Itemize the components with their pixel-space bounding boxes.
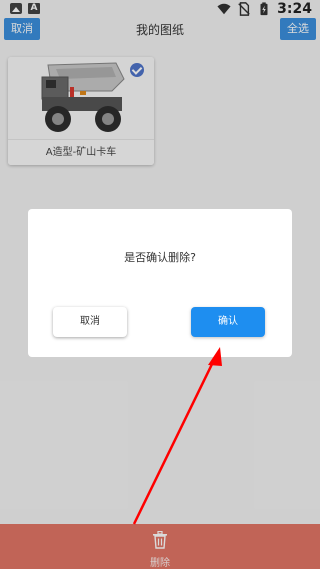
dialog-cancel-button[interactable]: 取消 [53, 307, 127, 337]
dialog-confirm-button[interactable]: 确认 [191, 307, 265, 337]
confirm-delete-dialog: 是否确认删除? 取消 确认 [28, 209, 292, 357]
dialog-message: 是否确认删除? [124, 251, 196, 264]
